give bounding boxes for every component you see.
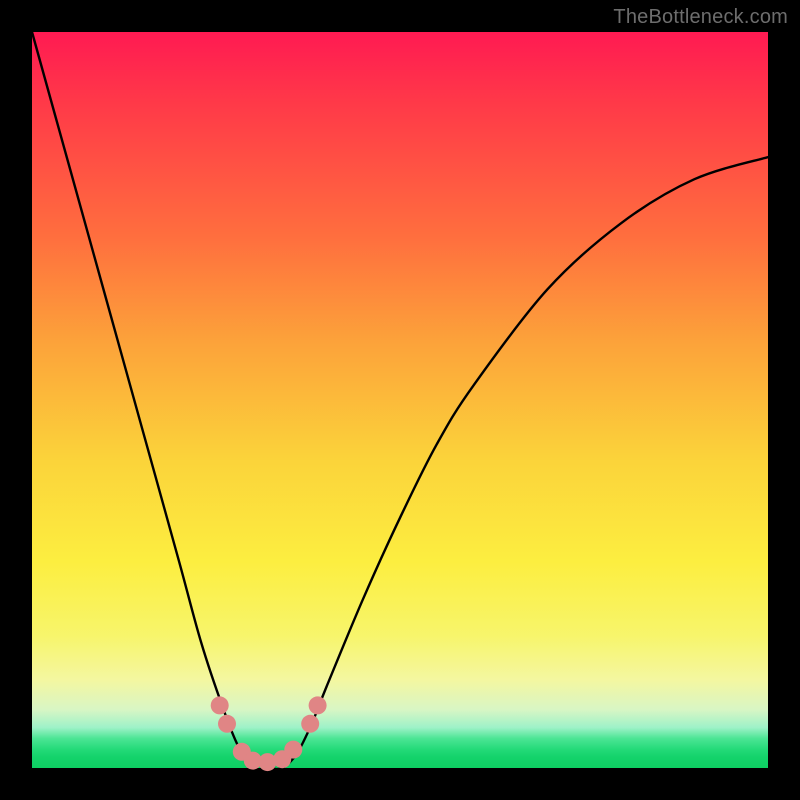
curve-marker [211,696,229,714]
chart-frame: TheBottleneck.com [0,0,800,800]
curve-marker [218,715,236,733]
chart-svg [32,32,768,768]
curve-marker [309,696,327,714]
curve-marker [284,741,302,759]
chart-plot-area [32,32,768,768]
bottleneck-curve [32,32,768,770]
curve-markers [211,696,327,771]
curve-marker [301,715,319,733]
watermark-text: TheBottleneck.com [613,6,788,29]
